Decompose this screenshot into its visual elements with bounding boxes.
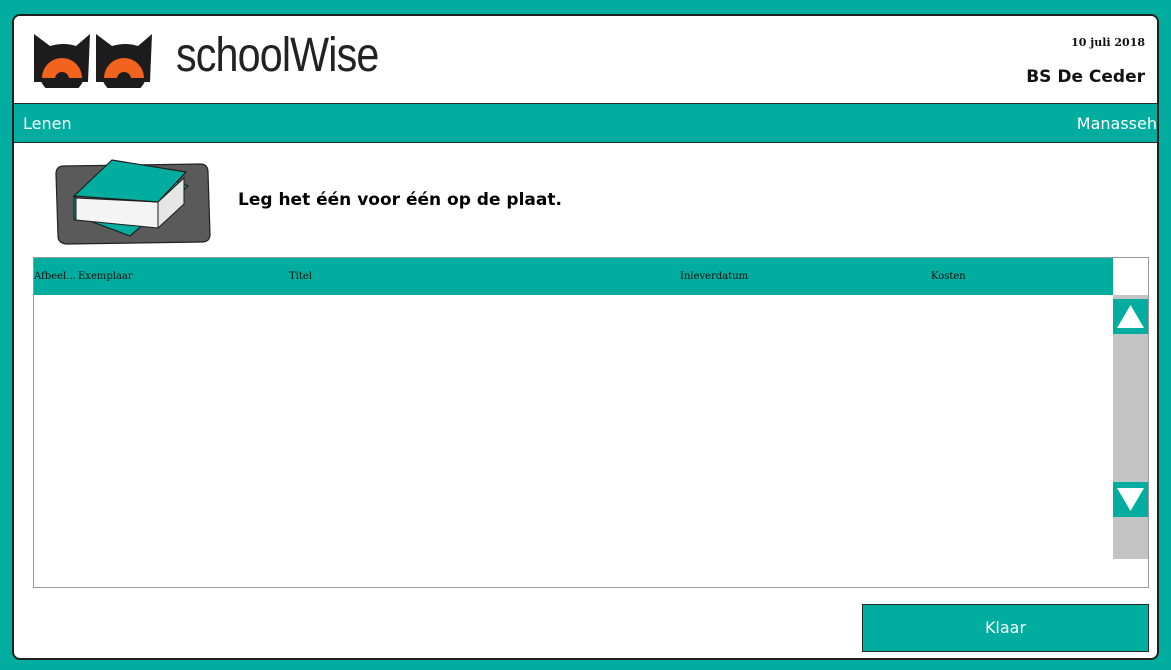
school-name: BS De Ceder (1026, 67, 1145, 87)
table-scrollbar[interactable] (1113, 295, 1148, 559)
arrow-down-icon (1117, 488, 1144, 511)
app-title: schoolWise (176, 29, 379, 82)
arrow-up-icon (1117, 305, 1144, 328)
owl-logo-icon (34, 34, 152, 88)
app-window: schoolWise 10 juli 2018 BS De Ceder Lene… (12, 14, 1159, 660)
column-header-titel[interactable]: Titel (289, 271, 312, 282)
done-button[interactable]: Klaar (862, 604, 1149, 652)
scroll-up-button[interactable] (1113, 299, 1148, 334)
current-date: 10 juli 2018 (1071, 36, 1145, 49)
column-header-afbeelding[interactable]: Afbeel... (34, 271, 76, 282)
column-header-kosten[interactable]: Kosten (931, 271, 966, 282)
table-header: Afbeel... Exemplaar Titel Inleverdatum K… (34, 258, 1113, 295)
loan-table: Afbeel... Exemplaar Titel Inleverdatum K… (33, 257, 1149, 588)
instruction-text: Leg het één voor één op de plaat. (238, 190, 562, 210)
book-on-plate-icon (55, 159, 211, 245)
nav-bar: Lenen Manasseh (14, 103, 1157, 143)
nav-lenen[interactable]: Lenen (23, 114, 72, 133)
column-header-exemplaar[interactable]: Exemplaar (78, 271, 133, 282)
scroll-down-button[interactable] (1113, 482, 1148, 517)
nav-user-name[interactable]: Manasseh (1077, 114, 1157, 133)
header: schoolWise 10 juli 2018 BS De Ceder (14, 16, 1157, 103)
column-header-inleverdatum[interactable]: Inleverdatum (680, 271, 748, 282)
